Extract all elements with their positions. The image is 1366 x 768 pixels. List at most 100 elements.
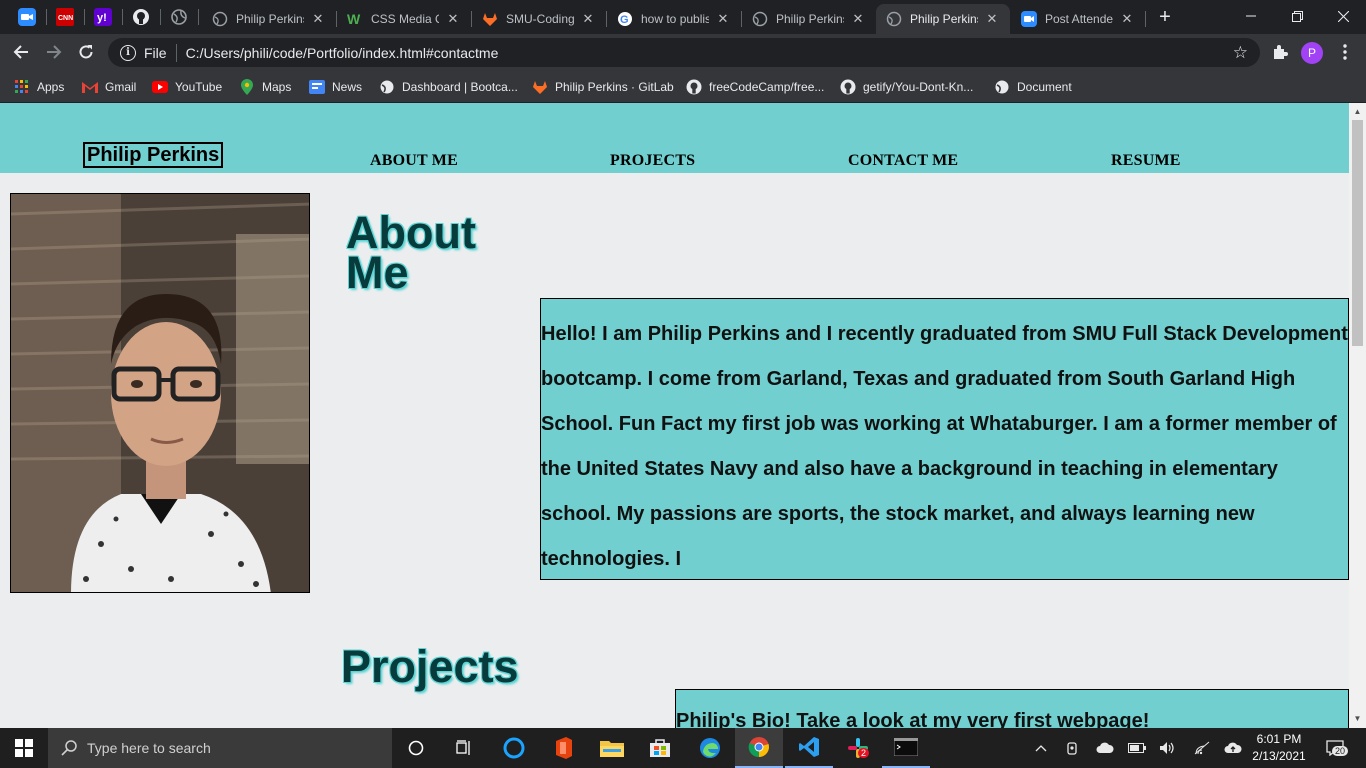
nav-link-projects[interactable]: PROJECTS [610, 152, 695, 170]
bookmark-maps[interactable]: Maps [239, 77, 291, 97]
wifi-icon [1194, 741, 1210, 755]
zoom-icon [18, 8, 36, 26]
taskbar-office[interactable] [540, 728, 588, 768]
show-hidden-icons-button[interactable] [1030, 728, 1052, 768]
close-tab-icon[interactable]: ✕ [310, 11, 326, 27]
chrome-menu-button[interactable] [1332, 39, 1358, 65]
vscode-icon [799, 737, 819, 757]
taskbar-slack[interactable]: 2 [834, 728, 882, 768]
close-tab-icon[interactable]: ✕ [715, 11, 731, 27]
taskbar-vscode[interactable] [785, 728, 833, 768]
bookmark-gitlab[interactable]: Philip Perkins · GitLab [532, 77, 674, 97]
page-scrollbar[interactable]: ▲ ▼ [1349, 103, 1366, 728]
globe-icon [171, 9, 187, 25]
github-icon [840, 79, 856, 95]
bookmark-star-icon[interactable]: ☆ [1233, 43, 1248, 63]
terminal-icon [894, 738, 918, 756]
close-tab-icon[interactable]: ✕ [984, 11, 1000, 27]
taskbar-file-explorer[interactable] [588, 728, 636, 768]
project-card[interactable]: Philip's Bio! Take a look at my very fir… [675, 689, 1349, 728]
restore-button[interactable] [1274, 0, 1320, 32]
globe-icon [752, 11, 768, 27]
globe-pinned-tab[interactable] [169, 7, 189, 27]
scrollbar-thumb[interactable] [1352, 120, 1363, 346]
globe-icon [994, 79, 1010, 95]
bookmark-apps[interactable]: Apps [14, 77, 64, 97]
tab-philip-perkins-1[interactable]: Philip Perkins ✕ [202, 4, 336, 34]
profile-avatar[interactable]: P [1301, 42, 1323, 64]
tab-title: Philip Perkins [776, 12, 844, 26]
forward-button[interactable] [41, 39, 67, 65]
tab-smu-coding[interactable]: SMU-Coding ✕ [472, 4, 606, 34]
omnibox-divider [175, 43, 177, 62]
bookmark-gmail[interactable]: Gmail [82, 77, 136, 97]
tab-philip-perkins-active[interactable]: Philip Perkins ✕ [876, 4, 1010, 34]
close-tab-icon[interactable]: ✕ [445, 11, 461, 27]
new-tab-button[interactable]: + [1154, 7, 1176, 29]
extensions-button[interactable] [1267, 39, 1293, 65]
tray-network[interactable] [1191, 728, 1213, 768]
nav-link-contact-me[interactable]: CONTACT ME [848, 152, 958, 170]
close-tab-icon[interactable]: ✕ [1119, 11, 1135, 27]
cortana-ring-icon [503, 737, 525, 759]
url-text[interactable]: C:/Users/phili/code/Portfolio/index.html… [186, 45, 1233, 61]
minimize-button[interactable] [1228, 0, 1274, 32]
bookmark-youtube[interactable]: YouTube [152, 77, 222, 97]
tab-title: CSS Media Q [371, 12, 439, 26]
store-bag-icon [650, 739, 670, 757]
task-view-icon [456, 740, 470, 755]
bookmark-you-dont-know-js[interactable]: getify/You-Dont-Kn... [840, 77, 973, 97]
taskbar-terminal[interactable] [882, 728, 930, 768]
back-button[interactable] [8, 39, 34, 65]
taskbar-chrome[interactable] [735, 728, 783, 768]
globe-icon [886, 11, 902, 27]
tab-post-attendee[interactable]: Post Attende ✕ [1011, 4, 1145, 34]
close-tab-icon[interactable]: ✕ [850, 11, 866, 27]
tab-separator [84, 9, 85, 25]
close-window-button[interactable] [1320, 0, 1366, 32]
tray-onedrive-sync[interactable] [1222, 728, 1244, 768]
zoom-pinned-tab[interactable] [17, 7, 37, 27]
site-info-icon[interactable]: i [120, 44, 136, 61]
tray-battery[interactable] [1126, 728, 1148, 768]
bookmark-dashboard-bootcamp[interactable]: Dashboard | Bootca... [379, 77, 518, 97]
taskbar-edge[interactable] [686, 728, 734, 768]
gitlab-icon [532, 79, 548, 95]
svg-text:CNN: CNN [58, 15, 73, 22]
tab-how-to-publish[interactable]: G how to publis ✕ [607, 4, 741, 34]
taskbar-clock[interactable]: 6:01 PM 2/13/2021 [1248, 731, 1310, 765]
cortana-button[interactable] [392, 728, 440, 768]
bookmark-news[interactable]: News [309, 77, 362, 97]
search-icon [61, 740, 77, 756]
scroll-down-arrow-icon[interactable]: ▼ [1353, 714, 1362, 723]
taskbar-cortana-ring[interactable] [490, 728, 538, 768]
start-button[interactable] [0, 728, 48, 768]
github-icon [133, 9, 149, 25]
folder-icon [600, 741, 624, 757]
github-pinned-tab[interactable] [131, 7, 151, 27]
minimize-icon [1246, 15, 1256, 17]
tab-css-media-queries[interactable]: W CSS Media Q ✕ [337, 4, 471, 34]
reload-button[interactable] [73, 39, 99, 65]
tray-meet-now[interactable] [1062, 728, 1084, 768]
project-caption: Philip's Bio! Take a look at my very fir… [676, 710, 1150, 728]
cnn-pinned-tab[interactable]: CNN [55, 7, 75, 27]
scroll-up-arrow-icon[interactable]: ▲ [1353, 107, 1362, 116]
tab-philip-perkins-2[interactable]: Philip Perkins ✕ [742, 4, 876, 34]
action-center-button[interactable]: 20 [1318, 728, 1352, 768]
nav-link-resume[interactable]: RESUME [1111, 152, 1181, 170]
task-view-button[interactable] [440, 728, 488, 768]
bookmark-document[interactable]: Document [994, 77, 1072, 97]
address-bar[interactable]: i File C:/Users/phili/code/Portfolio/ind… [108, 38, 1260, 67]
cloud-icon [1096, 742, 1114, 753]
tray-onedrive[interactable] [1094, 728, 1116, 768]
site-logo[interactable]: Philip Perkins [83, 142, 224, 168]
nav-link-about-me[interactable]: ABOUT ME [370, 152, 458, 170]
bookmark-freecodecamp[interactable]: freeCodeCamp/free... [686, 77, 824, 97]
yahoo-pinned-tab[interactable]: y! [93, 7, 113, 27]
close-tab-icon[interactable]: ✕ [580, 11, 596, 27]
taskbar-search-box[interactable]: Type here to search [48, 728, 392, 768]
taskbar-store[interactable] [636, 728, 684, 768]
tray-volume[interactable] [1157, 728, 1179, 768]
browser-toolbar: i File C:/Users/phili/code/Portfolio/ind… [0, 34, 1366, 71]
